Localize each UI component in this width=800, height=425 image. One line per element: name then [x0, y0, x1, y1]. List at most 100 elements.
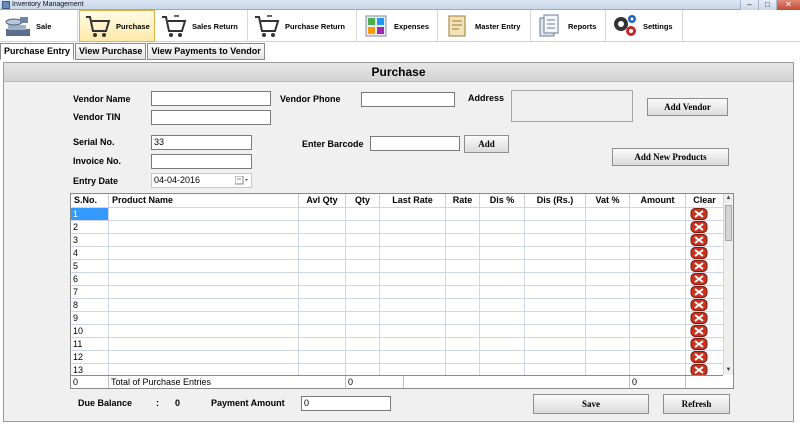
- table-cell[interactable]: [525, 208, 586, 220]
- table-cell[interactable]: [630, 273, 686, 285]
- table-cell[interactable]: [346, 286, 380, 298]
- table-cell[interactable]: [480, 273, 525, 285]
- table-cell[interactable]: [380, 247, 446, 259]
- clear-row-icon[interactable]: [690, 351, 708, 363]
- col-clear[interactable]: Clear: [686, 194, 723, 207]
- scroll-up-icon[interactable]: ▲: [724, 194, 733, 203]
- table-cell[interactable]: [480, 260, 525, 272]
- col-rate[interactable]: Rate: [446, 194, 480, 207]
- table-cell[interactable]: [480, 286, 525, 298]
- table-cell[interactable]: [525, 273, 586, 285]
- table-cell[interactable]: [630, 286, 686, 298]
- table-cell[interactable]: [480, 299, 525, 311]
- table-cell[interactable]: [346, 221, 380, 233]
- table-row[interactable]: 4: [71, 246, 723, 259]
- payment-amount-input[interactable]: 0: [301, 396, 391, 411]
- table-cell[interactable]: [525, 286, 586, 298]
- table-cell[interactable]: [586, 299, 630, 311]
- close-button[interactable]: ✕: [776, 0, 800, 10]
- table-row[interactable]: 8: [71, 298, 723, 311]
- table-cell[interactable]: [109, 286, 299, 298]
- table-cell[interactable]: [525, 338, 586, 350]
- table-cell[interactable]: [299, 234, 346, 246]
- table-cell[interactable]: [380, 338, 446, 350]
- table-cell[interactable]: [346, 273, 380, 285]
- table-cell[interactable]: [586, 351, 630, 363]
- table-cell[interactable]: [299, 260, 346, 272]
- table-cell[interactable]: [630, 247, 686, 259]
- col-qty[interactable]: Qty: [346, 194, 380, 207]
- vendor-tin-input[interactable]: [151, 110, 271, 125]
- table-row[interactable]: 7: [71, 285, 723, 298]
- tool-reports[interactable]: Reports: [532, 10, 606, 42]
- table-cell[interactable]: [630, 234, 686, 246]
- table-cell[interactable]: [380, 312, 446, 324]
- table-cell[interactable]: [299, 338, 346, 350]
- table-cell[interactable]: [380, 364, 446, 375]
- table-cell[interactable]: [109, 208, 299, 220]
- table-cell[interactable]: [586, 312, 630, 324]
- table-row[interactable]: 11: [71, 337, 723, 350]
- calendar-dropdown-icon[interactable]: [235, 176, 249, 185]
- table-cell[interactable]: [109, 234, 299, 246]
- table-cell[interactable]: [109, 364, 299, 375]
- tool-purchase-return[interactable]: Purchase Return: [249, 10, 357, 42]
- table-cell[interactable]: [380, 325, 446, 337]
- table-cell[interactable]: [480, 208, 525, 220]
- clear-row-icon[interactable]: [690, 286, 708, 298]
- table-cell[interactable]: [586, 273, 630, 285]
- table-cell[interactable]: [525, 247, 586, 259]
- col-avl-qty[interactable]: Avl Qty: [299, 194, 346, 207]
- table-cell[interactable]: [380, 273, 446, 285]
- table-cell[interactable]: [586, 234, 630, 246]
- tool-master-entry[interactable]: Master Entry: [439, 10, 531, 42]
- table-cell[interactable]: [446, 247, 480, 259]
- col-vat-pct[interactable]: Vat %: [586, 194, 630, 207]
- col-amount[interactable]: Amount: [630, 194, 686, 207]
- barcode-input[interactable]: [370, 136, 460, 151]
- table-cell[interactable]: [586, 208, 630, 220]
- table-cell[interactable]: [446, 234, 480, 246]
- table-cell[interactable]: [525, 351, 586, 363]
- table-cell[interactable]: [380, 299, 446, 311]
- table-row[interactable]: 6: [71, 272, 723, 285]
- table-cell[interactable]: [299, 364, 346, 375]
- col-sno[interactable]: S.No.: [71, 194, 109, 207]
- table-row[interactable]: 10: [71, 324, 723, 337]
- table-cell[interactable]: [299, 247, 346, 259]
- table-cell[interactable]: [525, 325, 586, 337]
- table-cell[interactable]: [380, 351, 446, 363]
- tool-settings[interactable]: Settings: [607, 10, 683, 42]
- table-cell[interactable]: [346, 260, 380, 272]
- table-cell[interactable]: [630, 351, 686, 363]
- tool-sales-return[interactable]: Sales Return: [156, 10, 248, 42]
- table-cell[interactable]: [446, 208, 480, 220]
- table-cell[interactable]: [446, 299, 480, 311]
- col-last-rate[interactable]: Last Rate: [380, 194, 446, 207]
- table-cell[interactable]: [446, 325, 480, 337]
- table-cell[interactable]: [525, 234, 586, 246]
- table-cell[interactable]: [525, 312, 586, 324]
- table-cell[interactable]: [446, 312, 480, 324]
- table-cell[interactable]: [346, 312, 380, 324]
- table-cell[interactable]: [299, 273, 346, 285]
- table-cell[interactable]: [446, 364, 480, 375]
- table-cell[interactable]: [109, 221, 299, 233]
- scroll-down-icon[interactable]: ▼: [724, 366, 733, 375]
- table-cell[interactable]: [346, 299, 380, 311]
- tab-purchase-entry[interactable]: Purchase Entry: [0, 43, 75, 60]
- table-cell[interactable]: [109, 338, 299, 350]
- table-cell[interactable]: [480, 312, 525, 324]
- tab-view-purchase[interactable]: View Purchase: [75, 43, 147, 60]
- table-row[interactable]: 5: [71, 259, 723, 272]
- table-cell[interactable]: [630, 325, 686, 337]
- table-cell[interactable]: [630, 299, 686, 311]
- table-cell[interactable]: [630, 208, 686, 220]
- table-row[interactable]: 13: [71, 363, 723, 375]
- table-cell[interactable]: [109, 325, 299, 337]
- entry-date-picker[interactable]: 04-04-2016: [151, 173, 252, 188]
- col-dis-rs[interactable]: Dis (Rs.): [525, 194, 586, 207]
- table-cell[interactable]: [109, 273, 299, 285]
- clear-row-icon[interactable]: [690, 234, 708, 246]
- table-cell[interactable]: [525, 299, 586, 311]
